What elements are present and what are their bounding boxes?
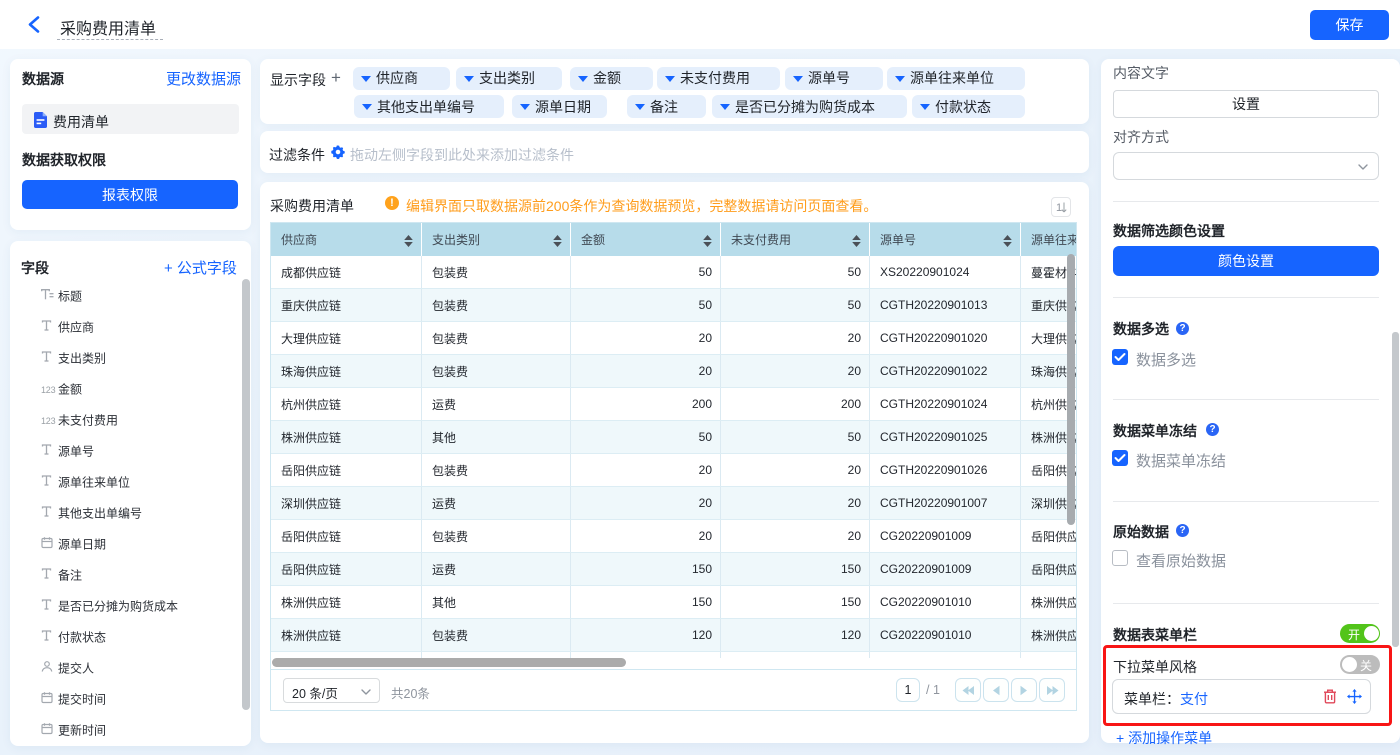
svg-text:1: 1 — [1056, 202, 1062, 214]
